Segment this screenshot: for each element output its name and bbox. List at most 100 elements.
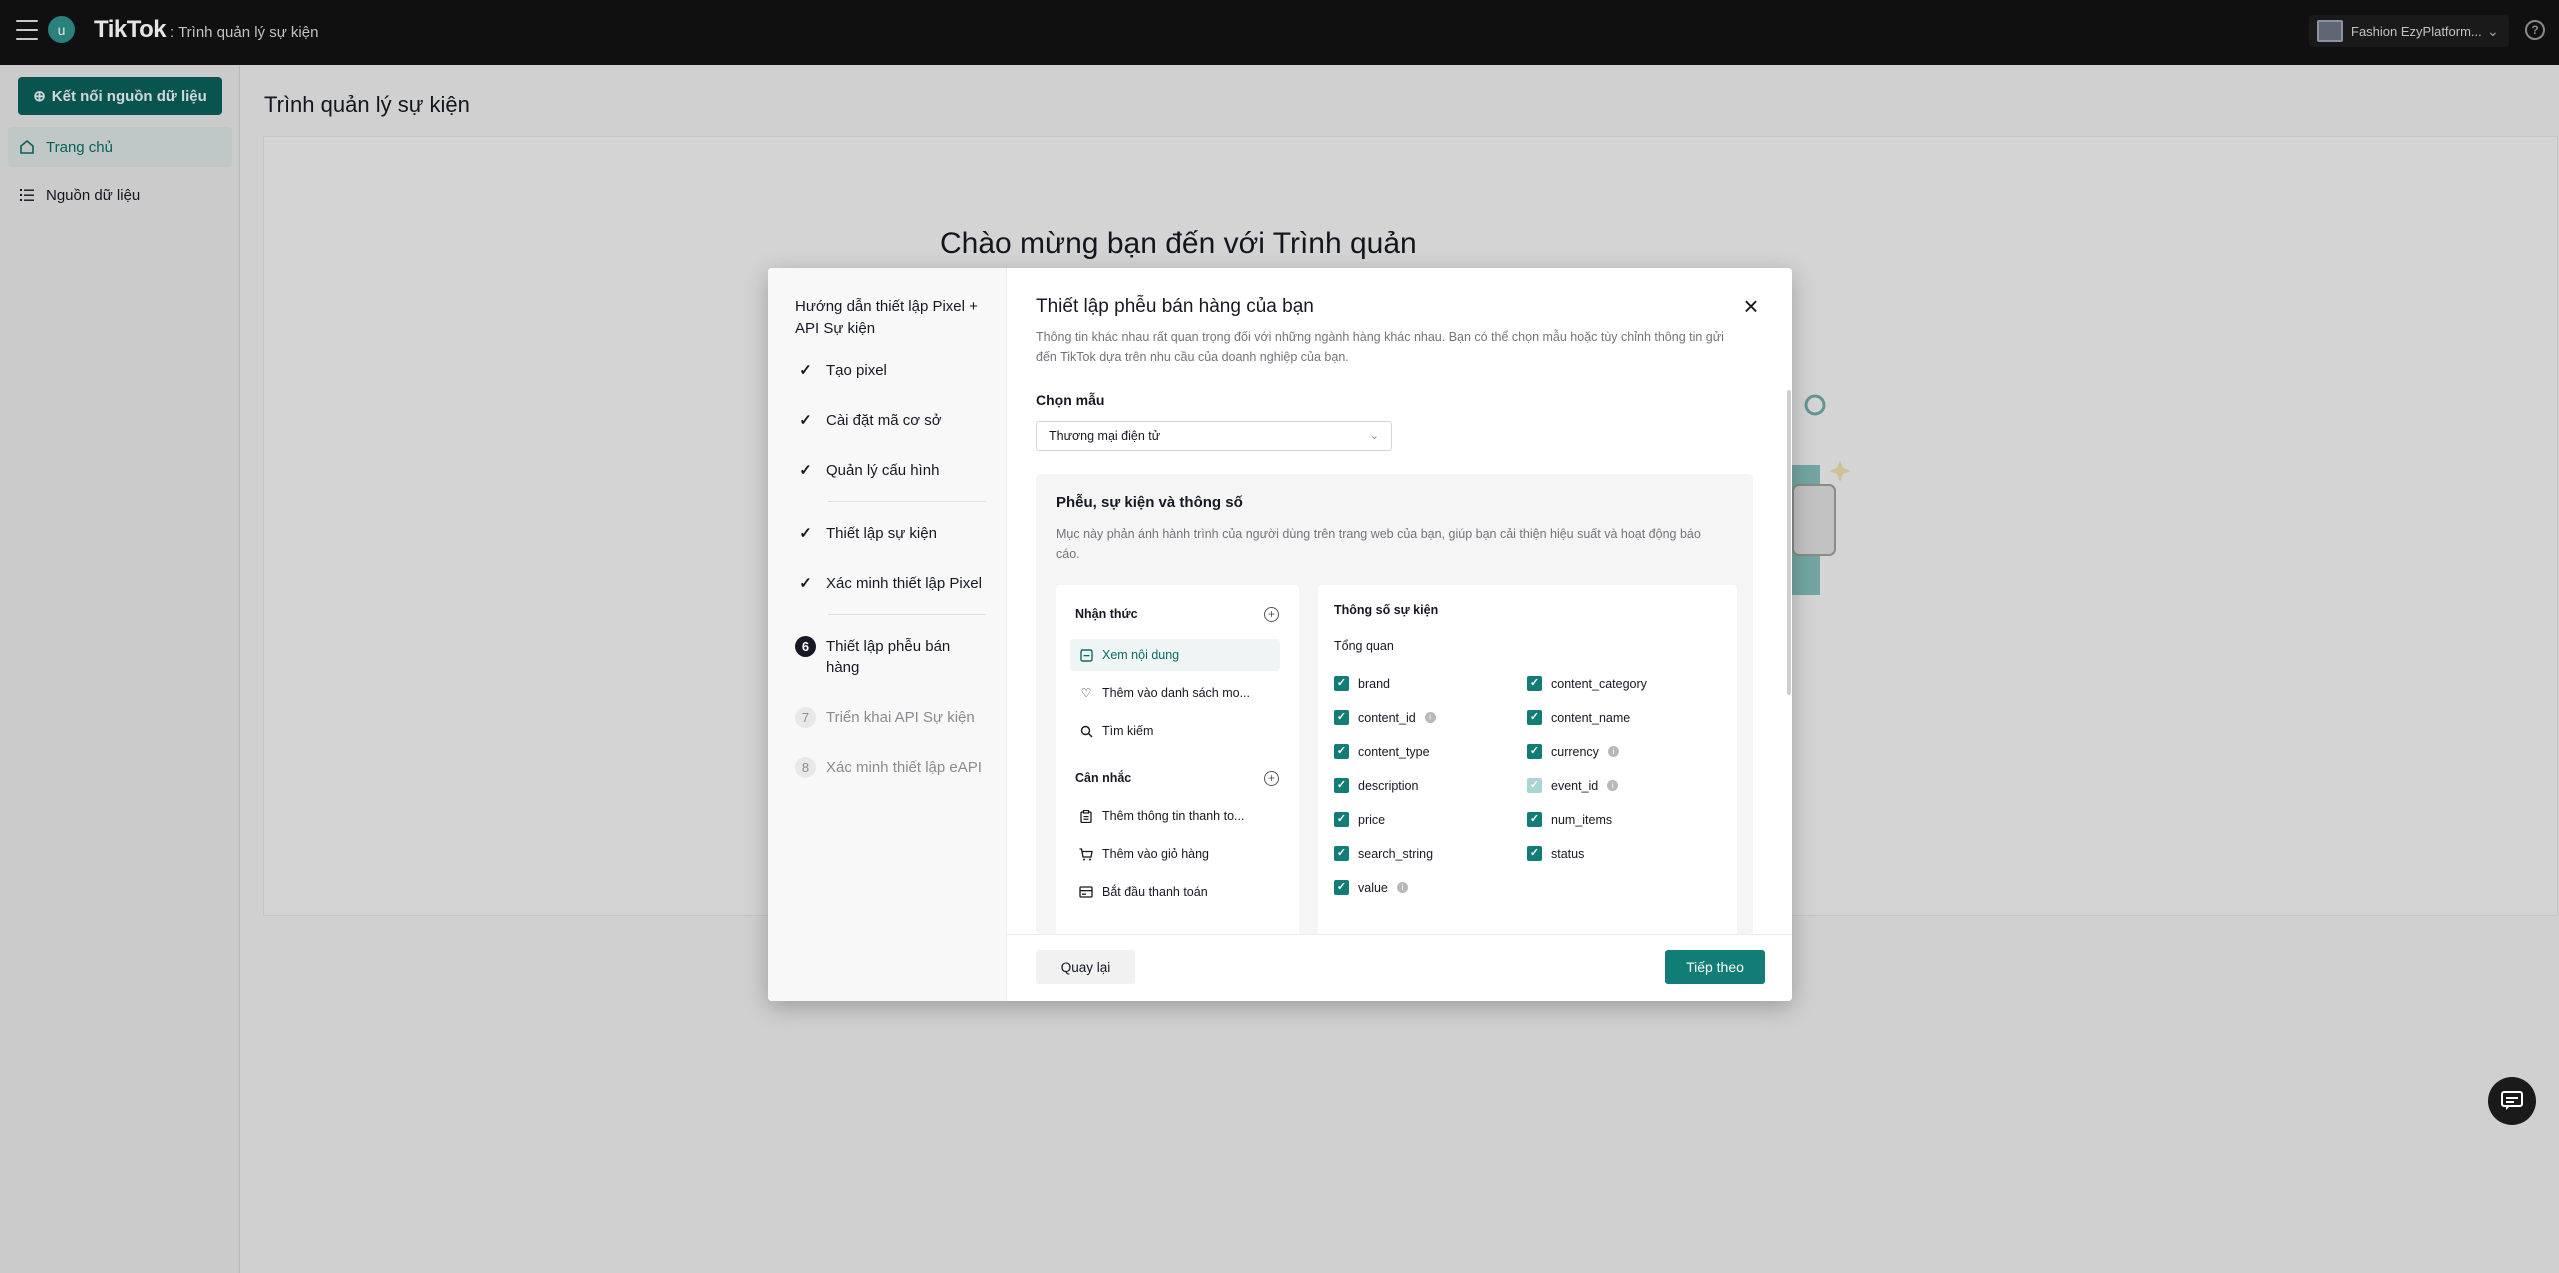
modal-scrollbar[interactable] — [1787, 390, 1791, 695]
parameters-subtitle: Tổng quan — [1334, 639, 1394, 653]
check-icon: ✓ — [799, 362, 812, 379]
guide-title: Hướng dẫn thiết lập Pixel + API Sự kiện — [795, 298, 978, 337]
param-label: content_category — [1551, 676, 1647, 691]
step-create-pixel[interactable]: ✓ Tạo pixel — [795, 360, 995, 381]
param-description[interactable]: ✓ description — [1334, 778, 1418, 793]
setup-content: Thiết lập phễu bán hàng của bạn × Thông … — [1007, 268, 1792, 1001]
event-label: Thêm thông tin thanh to... — [1102, 809, 1245, 823]
event-view-content[interactable]: Xem nội dung — [1070, 639, 1280, 671]
info-icon[interactable]: i — [1396, 882, 1408, 893]
event-label: Xem nội dung — [1102, 648, 1180, 662]
back-button[interactable]: Quay lại — [1036, 950, 1135, 984]
check-icon: ✓ — [799, 575, 812, 592]
step-label: Xác minh thiết lập eAPI — [826, 759, 982, 776]
add-awareness-event-icon[interactable]: + — [1264, 607, 1279, 622]
step-install-base-code[interactable]: ✓ Cài đặt mã cơ sở — [795, 410, 995, 431]
param-num-items[interactable]: ✓ num_items — [1527, 812, 1612, 827]
chat-support-button[interactable] — [2488, 1077, 2536, 1125]
event-search[interactable]: Tìm kiếm — [1070, 715, 1280, 747]
event-label: Bắt đầu thanh toán — [1102, 885, 1208, 899]
add-consideration-event-icon[interactable]: + — [1264, 771, 1279, 786]
heart-icon: ♡ — [1080, 686, 1092, 700]
param-label: currency — [1551, 744, 1599, 759]
checkbox-checked-disabled: ✓ — [1527, 778, 1542, 793]
param-content-id[interactable]: ✓ content_id i — [1334, 710, 1436, 725]
chevron-down-icon: ⌄ — [1369, 430, 1379, 442]
events-panel: Nhận thức + Xem nội dung ♡ Thêm vào danh… — [1056, 585, 1299, 945]
step-label: Quản lý cấu hình — [826, 462, 940, 479]
event-parameters-panel: Thông số sự kiện Tổng quan ✓ brand ✓ con… — [1318, 585, 1737, 945]
param-value[interactable]: ✓ value i — [1334, 880, 1408, 895]
checkbox-checked[interactable]: ✓ — [1334, 676, 1349, 691]
event-add-to-wishlist[interactable]: ♡ Thêm vào danh sách mo... — [1070, 677, 1280, 709]
checkbox-checked[interactable]: ✓ — [1334, 846, 1349, 861]
step-label: Cài đặt mã cơ sở — [826, 412, 942, 429]
step-verify-pixel[interactable]: ✓ Xác minh thiết lập Pixel — [795, 573, 995, 594]
checkbox-checked[interactable]: ✓ — [1527, 812, 1542, 827]
setup-steps-panel: Hướng dẫn thiết lập Pixel + API Sự kiện … — [768, 268, 1007, 1001]
param-price[interactable]: ✓ price — [1334, 812, 1385, 827]
info-icon[interactable]: i — [1607, 746, 1619, 757]
checkbox-checked[interactable]: ✓ — [1527, 710, 1542, 725]
check-icon: ✓ — [799, 462, 812, 479]
param-search-string[interactable]: ✓ search_string — [1334, 846, 1433, 861]
param-label: content_type — [1358, 744, 1430, 759]
step-label: Triển khai API Sự kiện — [826, 709, 975, 726]
param-content-type[interactable]: ✓ content_type — [1334, 744, 1430, 759]
template-value: Thương mại điện tử — [1049, 429, 1161, 443]
awareness-heading: Nhận thức — [1075, 607, 1138, 621]
modal-footer: Quay lại Tiếp theo — [1007, 934, 1792, 1001]
checkout-icon — [1079, 885, 1093, 899]
param-label: price — [1358, 812, 1386, 827]
event-add-payment-info[interactable]: Thêm thông tin thanh to... — [1070, 800, 1280, 832]
step-number-badge: 8 — [795, 757, 816, 778]
step-deploy-events-api[interactable]: 7 Triển khai API Sự kiện — [795, 707, 995, 728]
check-icon: ✓ — [799, 412, 812, 429]
step-manage-config[interactable]: ✓ Quản lý cấu hình — [795, 460, 995, 481]
checkbox-checked[interactable]: ✓ — [1334, 880, 1349, 895]
step-label: Xác minh thiết lập Pixel — [826, 575, 982, 592]
step-number-badge: 6 — [795, 636, 816, 657]
step-setup-events[interactable]: ✓ Thiết lập sự kiện — [795, 523, 995, 544]
param-label: value — [1358, 880, 1388, 895]
event-initiate-checkout[interactable]: Bắt đầu thanh toán — [1070, 876, 1280, 908]
next-button[interactable]: Tiếp theo — [1665, 950, 1765, 984]
funnel-title: Phễu, sự kiện và thông số — [1056, 494, 1243, 511]
param-label: content_name — [1551, 710, 1631, 725]
step-label: Tạo pixel — [826, 362, 887, 379]
template-select[interactable]: Thương mại điện tử ⌄ — [1036, 421, 1392, 451]
param-status[interactable]: ✓ status — [1527, 846, 1584, 861]
checkbox-checked[interactable]: ✓ — [1527, 744, 1542, 759]
checkbox-checked[interactable]: ✓ — [1334, 812, 1349, 827]
funnel-description: Mục này phản ánh hành trình của người dù… — [1056, 527, 1701, 561]
param-currency[interactable]: ✓ currency i — [1527, 744, 1619, 759]
step-divider — [828, 614, 986, 615]
setup-modal: Hướng dẫn thiết lập Pixel + API Sự kiện … — [768, 268, 1792, 1001]
param-brand[interactable]: ✓ brand — [1334, 676, 1390, 691]
checkbox-checked[interactable]: ✓ — [1334, 710, 1349, 725]
step-sales-funnel[interactable]: 6 Thiết lập phễu bán hàng — [795, 636, 995, 678]
step-number-badge: 7 — [795, 707, 816, 728]
info-icon[interactable]: i — [1607, 780, 1619, 791]
param-label: status — [1551, 846, 1585, 861]
parameters-title: Thông số sự kiện — [1334, 603, 1439, 617]
chat-icon — [2501, 1091, 2523, 1110]
checkbox-checked[interactable]: ✓ — [1334, 744, 1349, 759]
event-label: Thêm vào danh sách mo... — [1102, 686, 1250, 700]
param-content-name[interactable]: ✓ content_name — [1527, 710, 1630, 725]
event-label: Tìm kiếm — [1102, 724, 1154, 738]
info-icon[interactable]: i — [1424, 712, 1436, 723]
search-icon — [1079, 724, 1093, 738]
checkbox-checked[interactable]: ✓ — [1527, 846, 1542, 861]
modal-title: Thiết lập phễu bán hàng của bạn — [1036, 296, 1314, 317]
event-add-to-cart[interactable]: Thêm vào giỏ hàng — [1070, 838, 1280, 870]
param-label: num_items — [1551, 812, 1613, 827]
checkbox-checked[interactable]: ✓ — [1527, 676, 1542, 691]
close-icon[interactable]: × — [1740, 293, 1762, 319]
checkbox-checked[interactable]: ✓ — [1334, 778, 1349, 793]
step-verify-eapi[interactable]: 8 Xác minh thiết lập eAPI — [795, 757, 995, 778]
step-label: Thiết lập sự kiện — [826, 525, 937, 542]
param-content-category[interactable]: ✓ content_category — [1527, 676, 1647, 691]
param-label: search_string — [1358, 846, 1434, 861]
clipboard-icon — [1079, 809, 1093, 823]
